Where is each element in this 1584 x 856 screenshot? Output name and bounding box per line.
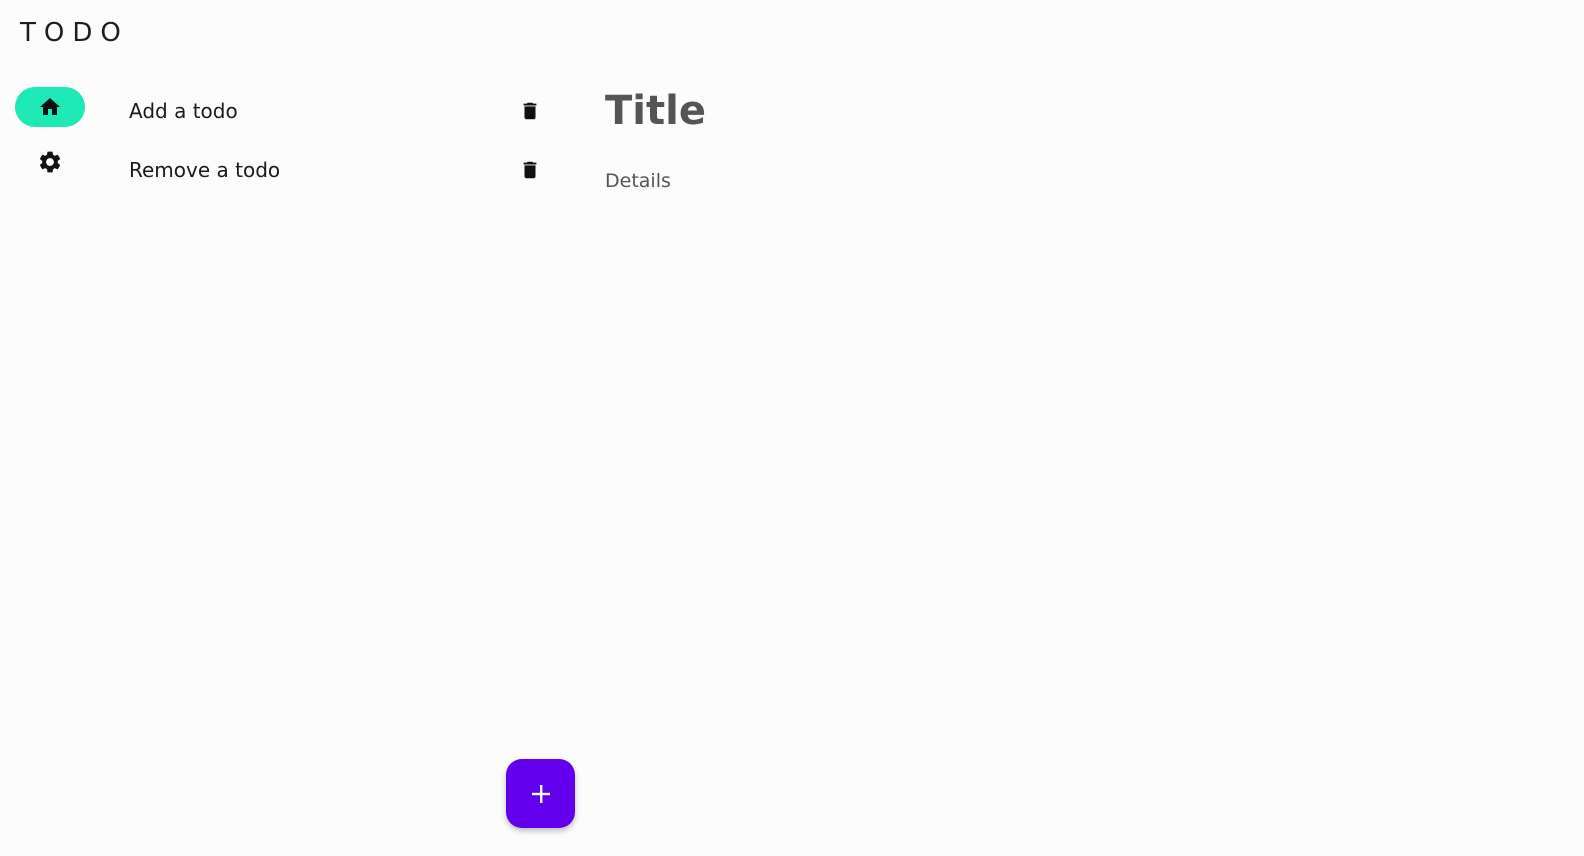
nav-settings[interactable] (15, 142, 85, 182)
gear-icon (37, 149, 63, 175)
delete-todo-button[interactable] (515, 97, 545, 125)
detail-body: Details (605, 170, 671, 192)
add-todo-fab[interactable] (506, 759, 575, 828)
trash-icon (519, 157, 541, 183)
delete-todo-button[interactable] (515, 156, 545, 184)
plus-icon (530, 783, 552, 805)
todo-list-item[interactable]: Add a todo (129, 91, 549, 131)
detail-title: Title (605, 88, 706, 134)
app-title: TODO (20, 18, 129, 48)
app-root: TODO Add a todo Remove a todo Title Deta… (0, 0, 1584, 856)
todo-label[interactable]: Add a todo (129, 99, 238, 123)
todo-label[interactable]: Remove a todo (129, 158, 280, 182)
trash-icon (519, 98, 541, 124)
home-icon (37, 95, 63, 119)
todo-list-item[interactable]: Remove a todo (129, 150, 549, 190)
nav-home[interactable] (15, 87, 85, 127)
